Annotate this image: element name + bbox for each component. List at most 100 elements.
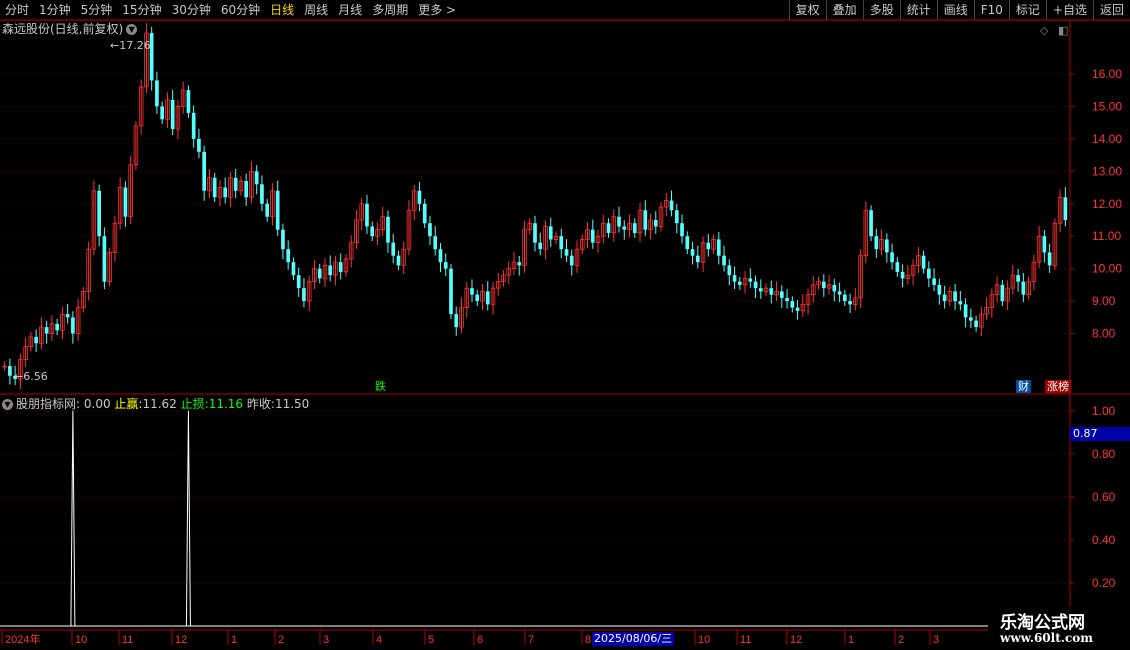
candle-body xyxy=(842,294,847,302)
candle-body xyxy=(449,268,453,315)
candle-body xyxy=(422,203,427,224)
candle-body xyxy=(884,239,889,253)
stop-loss-label: 止损: xyxy=(180,397,209,411)
watermark-title: 乐淘公式网 xyxy=(1000,613,1085,633)
candle-body xyxy=(869,210,873,237)
candle-body xyxy=(286,249,291,263)
price-axis-label: 15.00 xyxy=(1092,99,1122,113)
stop-win-label: 止赢: xyxy=(114,397,143,411)
candle-body xyxy=(958,301,963,305)
candle-body xyxy=(932,278,936,285)
candle-body xyxy=(785,297,789,302)
candle-body xyxy=(202,151,207,191)
candle-body xyxy=(443,262,448,269)
prev-close-label: 昨收: xyxy=(246,397,275,411)
candle-body xyxy=(8,366,12,376)
indicator-axis-label: 1.00 xyxy=(1092,404,1116,418)
low-price-label: ←6.56 xyxy=(14,370,48,383)
time-axis-label: 3 xyxy=(933,634,939,646)
time-axis-label: 4 xyxy=(376,634,382,646)
time-axis-label: 1 xyxy=(231,634,237,646)
candle-body xyxy=(674,210,679,224)
drop-badge[interactable]: 跌 xyxy=(373,380,388,393)
candle-body xyxy=(533,223,537,243)
candle-body xyxy=(428,223,432,237)
candle-body xyxy=(71,317,75,334)
candle-body xyxy=(653,219,658,227)
candle-body xyxy=(963,304,968,318)
time-axis-label: 8 xyxy=(585,634,591,646)
limitup-badge[interactable]: 涨榜 xyxy=(1045,380,1071,393)
candle-body xyxy=(1021,281,1026,295)
candle-body xyxy=(942,294,947,302)
time-axis-label: 6 xyxy=(477,634,483,646)
price-axis-label: 16.00 xyxy=(1092,67,1122,81)
candle-body xyxy=(1042,236,1047,253)
high-price-label: ←17.26 xyxy=(110,39,151,52)
time-axis-label: 1 xyxy=(848,634,854,646)
indicator-value: : 0.00 xyxy=(76,397,111,411)
prev-close-value: 11.50 xyxy=(274,397,310,411)
candle-body xyxy=(790,301,795,308)
candle-body xyxy=(475,294,480,302)
indicator-axis-label: 0.20 xyxy=(1092,576,1116,590)
indicator-axis-label: 0.80 xyxy=(1092,447,1116,461)
time-axis-label: 12 xyxy=(175,634,187,646)
indicator-line xyxy=(0,410,1070,627)
candle-body xyxy=(753,281,758,289)
price-axis-label: 10.00 xyxy=(1092,262,1122,276)
candle-body xyxy=(690,249,695,256)
price-axis-label: 14.00 xyxy=(1092,132,1122,146)
chevron-down-icon[interactable]: ▼ xyxy=(2,399,13,410)
candle-body xyxy=(338,262,343,272)
time-axis-label: 10 xyxy=(698,634,710,646)
candle-body xyxy=(974,320,978,328)
candle-body xyxy=(821,281,826,289)
price-axis-label: 11.00 xyxy=(1092,229,1121,243)
candle-body xyxy=(291,262,296,276)
candle-body xyxy=(727,265,732,276)
candle-body xyxy=(1016,275,1020,282)
candle-body xyxy=(186,90,191,113)
candle-body xyxy=(233,177,238,191)
candle-body xyxy=(155,80,159,107)
watermark: 乐淘公式网 www.60lt.com xyxy=(988,606,1130,650)
kline-chart[interactable]: 16.0015.0014.0013.0012.0011.0010.009.008… xyxy=(0,0,1130,650)
time-axis-label: 11 xyxy=(740,634,751,646)
candle-body xyxy=(55,323,59,331)
candle-body xyxy=(1000,284,1005,302)
candle-body xyxy=(170,99,175,130)
candle-body xyxy=(386,216,390,243)
candle-body xyxy=(895,262,900,272)
candle-body xyxy=(260,184,264,204)
candle-body xyxy=(758,288,763,292)
candle-body xyxy=(590,229,595,243)
candle-body xyxy=(685,236,690,250)
candle-body xyxy=(795,307,800,311)
candle-body xyxy=(1047,252,1052,266)
candle-body xyxy=(254,171,259,185)
time-axis-label: 2 xyxy=(898,634,904,646)
candle-body xyxy=(281,229,285,250)
candle-body xyxy=(722,255,726,266)
candle-body xyxy=(160,106,165,120)
time-axis-label: 7 xyxy=(528,634,534,646)
time-axis-label: 2024年 xyxy=(5,632,40,646)
time-axis-label: 12 xyxy=(790,634,802,646)
candle-body xyxy=(102,236,107,282)
price-axis-label: 8.00 xyxy=(1092,327,1116,341)
candle-body xyxy=(417,190,422,204)
candle-body xyxy=(296,275,301,289)
candle-body xyxy=(669,200,674,211)
candle-body xyxy=(97,190,101,237)
candle-body xyxy=(632,223,637,233)
candle-body xyxy=(265,203,270,217)
time-axis-label: 10 xyxy=(75,634,87,646)
candle-body xyxy=(123,187,128,217)
price-axis-label: 13.00 xyxy=(1092,164,1122,178)
indicator-axis-label: 0.40 xyxy=(1092,533,1116,547)
indicator-name[interactable]: 股朋指标网 xyxy=(16,397,76,411)
candle-body xyxy=(737,281,742,285)
candle-body xyxy=(779,291,784,298)
finance-badge[interactable]: 财 xyxy=(1016,380,1031,393)
